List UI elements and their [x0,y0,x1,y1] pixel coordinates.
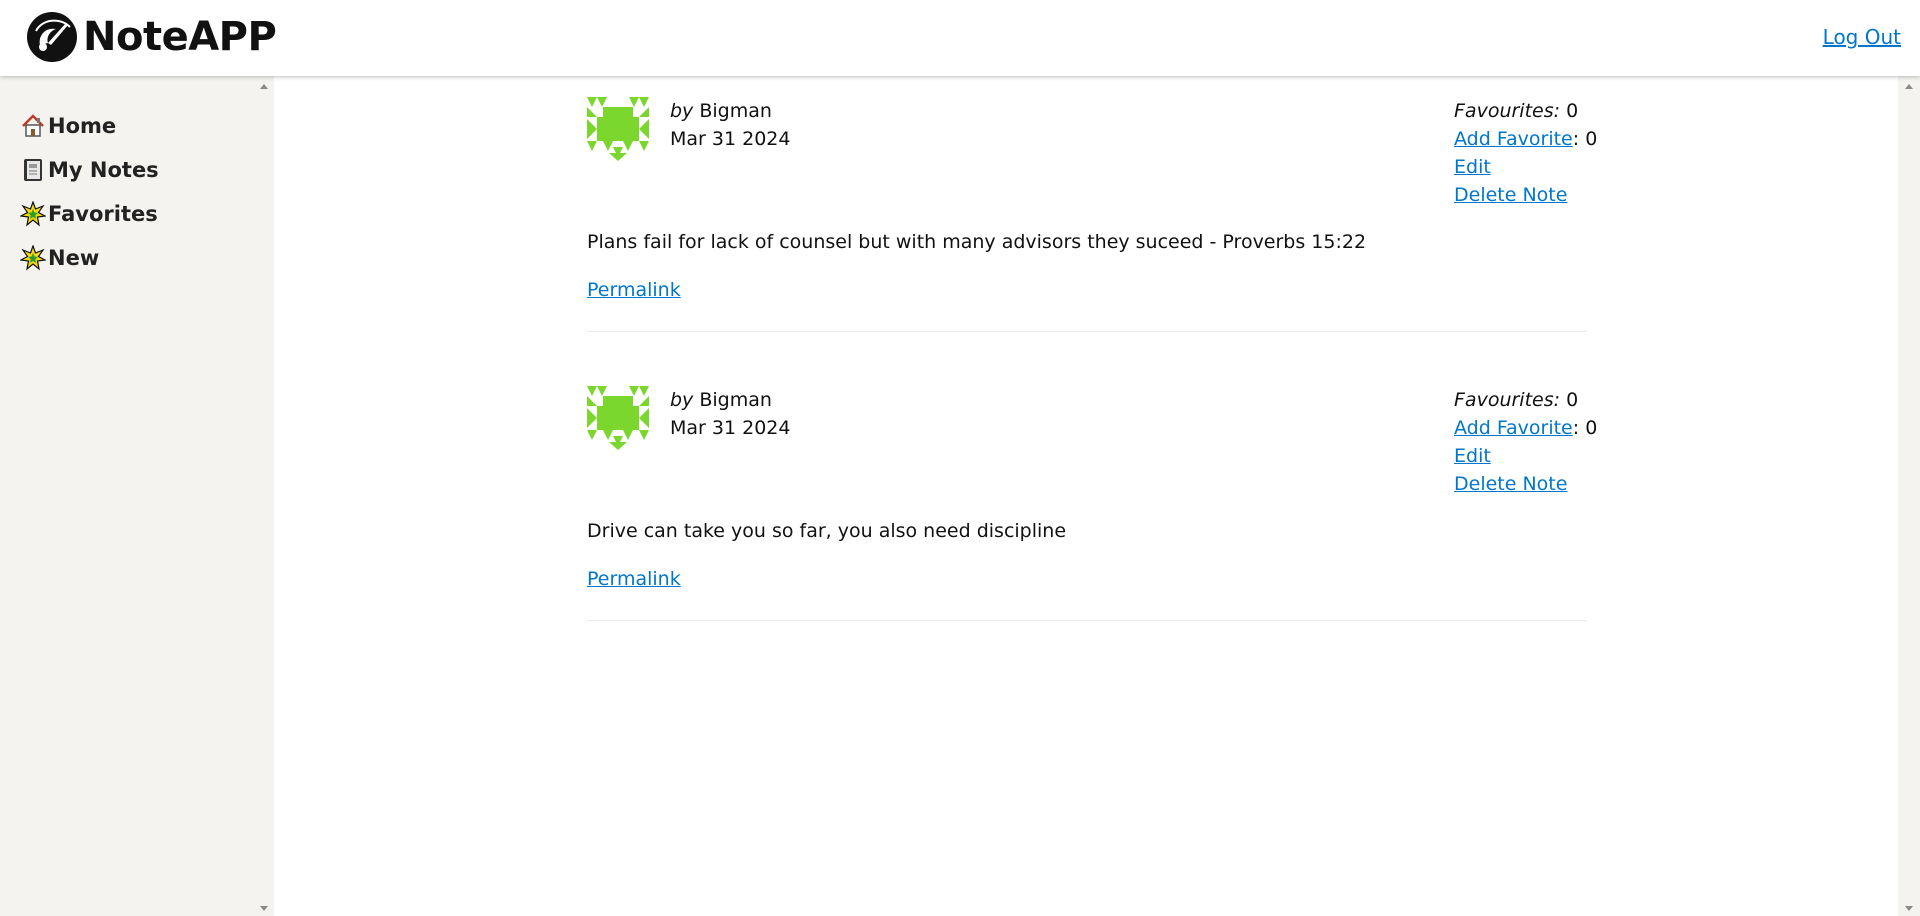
sidebar-item-my-notes[interactable]: My Notes [20,148,159,192]
identicon-avatar [587,97,649,161]
note-actions: Favourites: 0 Add Favorite: 0 Edit Delet… [1454,97,1597,209]
sidebar-item-label: Favorites [48,202,158,226]
edit-link[interactable]: Edit [1454,156,1491,178]
sidebar-scrollbar[interactable] [254,76,274,916]
scroll-up-arrow-icon[interactable] [260,84,268,89]
logout-link[interactable]: Log Out [1823,25,1901,49]
note-actions: Favourites: 0 Add Favorite: 0 Edit Delet… [1454,386,1597,498]
scroll-down-arrow-icon[interactable] [260,906,268,911]
sidebar-item-label: Home [48,114,117,138]
note-author: by Bigman [670,389,772,411]
sidebar-item-label: New [48,246,100,270]
note-content: Drive can take you so far, you also need… [587,520,1067,542]
app-title: NoteAPP [83,14,277,60]
note-content: Plans fail for lack of counsel but with … [587,231,1367,253]
add-favorite-count: : 0 [1572,128,1598,150]
note-author: by Bigman [670,100,772,122]
star-burst-icon [20,245,46,271]
sidebar: Home My Notes Favorites New [0,76,254,916]
edit-link[interactable]: Edit [1454,445,1491,467]
top-header: NoteAPP Log Out [0,0,1920,76]
main-scrollbar[interactable] [1898,76,1920,916]
add-favorite-count: : 0 [1572,417,1598,439]
favourites-count: Favourites: 0 [1454,100,1579,122]
permalink-link[interactable]: Permalink [587,276,681,304]
star-burst-icon [20,201,46,227]
note-divider [587,331,1587,332]
scroll-down-arrow-icon[interactable] [1905,906,1913,911]
scroll-up-arrow-icon[interactable] [1905,84,1913,89]
add-favorite-link[interactable]: Add Favorite [1454,128,1573,150]
add-favorite-link[interactable]: Add Favorite [1454,417,1573,439]
sidebar-item-label: My Notes [48,158,159,182]
sidebar-nav: Home My Notes Favorites New [20,104,159,280]
favourites-count: Favourites: 0 [1454,389,1579,411]
identicon-avatar [587,386,649,450]
note-date: Mar 31 2024 [670,128,791,150]
house-icon [22,114,44,137]
note-date: Mar 31 2024 [670,417,791,439]
sidebar-item-home[interactable]: Home [20,104,159,148]
notebook-icon [24,159,42,181]
permalink-link[interactable]: Permalink [587,565,681,593]
delete-note-link[interactable]: Delete Note [1454,184,1567,206]
note-divider [587,620,1587,621]
delete-note-link[interactable]: Delete Note [1454,473,1567,495]
sidebar-item-new[interactable]: New [20,236,159,280]
app-logo-icon [27,12,77,62]
sidebar-item-favorites[interactable]: Favorites [20,192,159,236]
